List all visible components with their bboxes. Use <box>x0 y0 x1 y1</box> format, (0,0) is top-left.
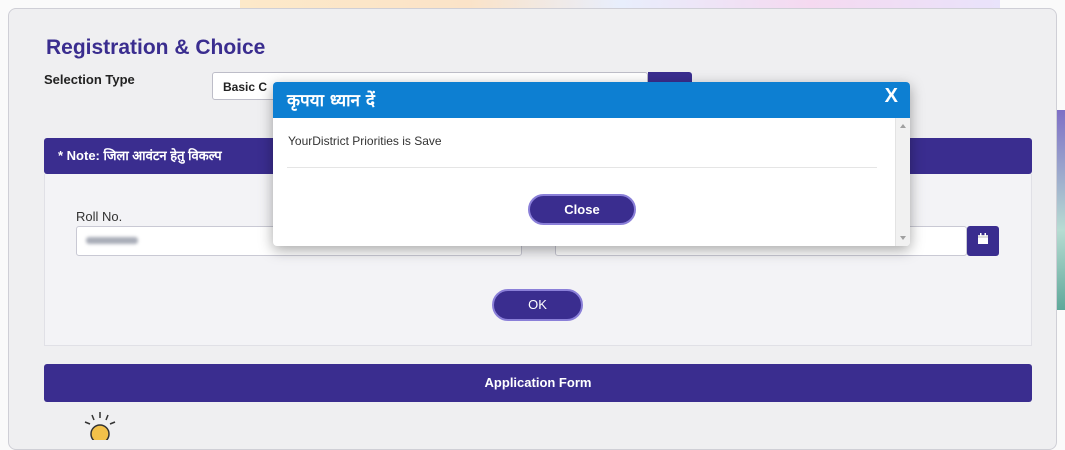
modal-scrollbar[interactable] <box>895 118 910 246</box>
close-icon[interactable]: X <box>885 85 898 108</box>
modal-divider <box>287 167 877 168</box>
close-button[interactable]: Close <box>528 194 636 225</box>
scroll-down-icon[interactable] <box>900 236 906 240</box>
modal-header: कृपया ध्यान दें X <box>273 82 910 118</box>
modal-message: YourDistrict Priorities is Save <box>288 134 442 148</box>
modal-title: कृपया ध्यान दें <box>287 91 375 111</box>
scroll-up-icon[interactable] <box>900 124 906 128</box>
notice-modal: कृपया ध्यान दें X YourDistrict Prioritie… <box>273 82 910 246</box>
